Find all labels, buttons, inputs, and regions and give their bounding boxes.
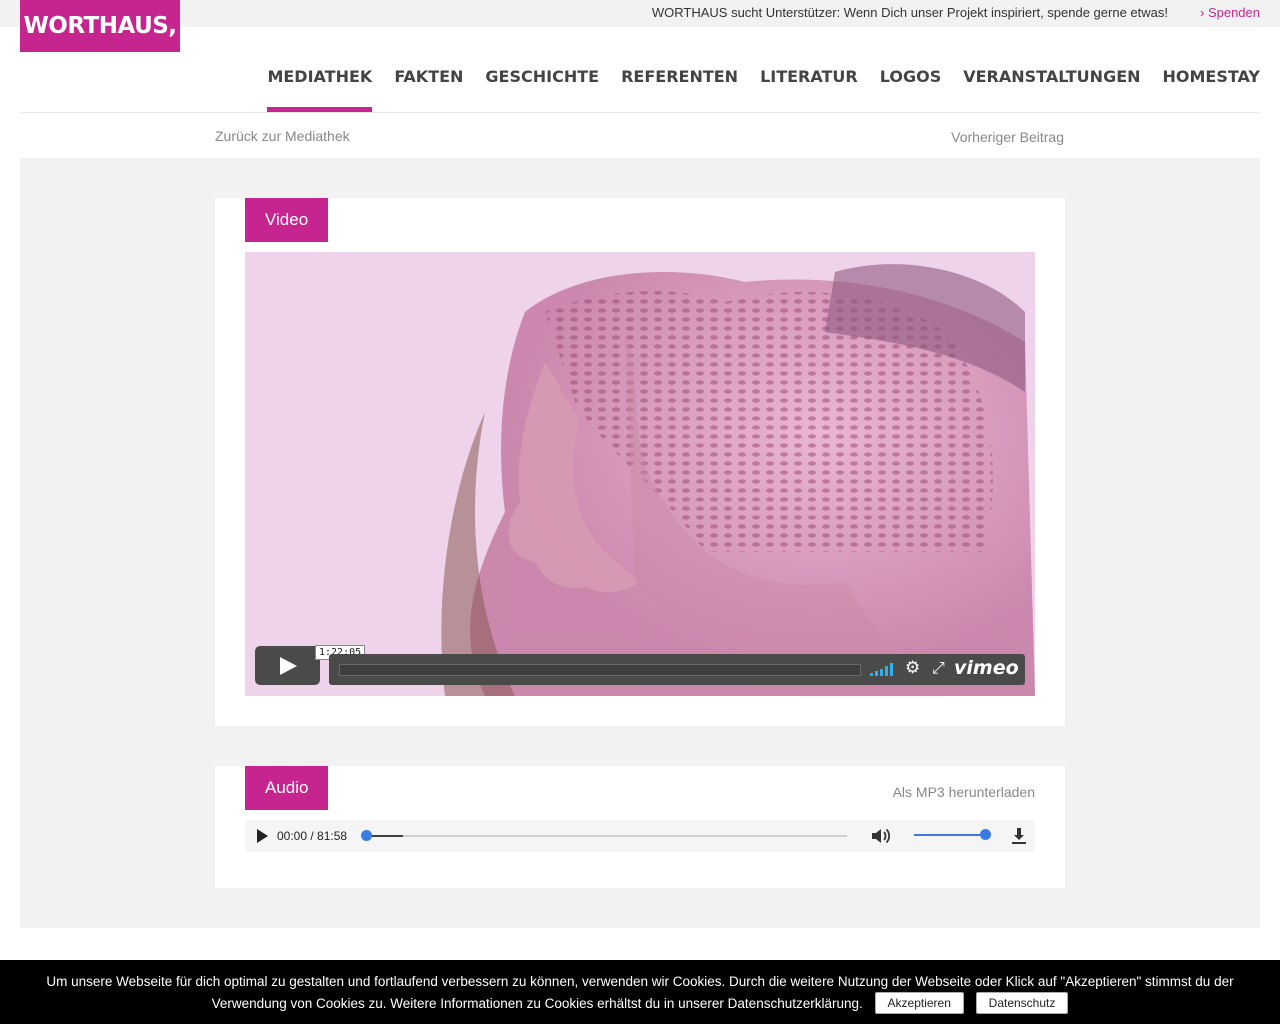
video-controls: ⚙ ⤢ vimeo	[329, 654, 1025, 685]
nav-item-homestay[interactable]: HOMESTAY	[1163, 63, 1260, 112]
audio-tag: Audio	[245, 766, 329, 810]
vimeo-logo[interactable]: vimeo	[954, 657, 1019, 679]
volume-icon[interactable]	[870, 826, 892, 846]
fullscreen-icon[interactable]: ⤢	[932, 659, 945, 677]
nav-item-geschichte[interactable]: GESCHICHTE	[485, 63, 599, 112]
video-card: Video 1:22:05 ⚙ ⤢ vimeo	[215, 198, 1065, 726]
donate-link[interactable]: › Spenden	[1200, 5, 1260, 20]
nav-item-mediathek[interactable]: MEDIATHEK	[267, 63, 372, 112]
nav-item-logos[interactable]: LOGOS	[880, 63, 941, 112]
download-icon[interactable]	[1009, 826, 1029, 846]
audio-card: Audio Als MP3 herunterladen 00:00 / 81:5…	[215, 766, 1065, 888]
video-tag: Video	[245, 198, 329, 242]
audio-player: 00:00 / 81:58	[245, 820, 1035, 852]
previous-post-link[interactable]: Vorheriger Beitrag	[951, 129, 1064, 145]
audio-progress-thumb[interactable]	[361, 830, 372, 841]
header-divider	[20, 112, 1260, 113]
nav-item-referenten[interactable]: REFERENTEN	[621, 63, 738, 112]
volume-thumb[interactable]	[980, 829, 991, 840]
play-button[interactable]	[255, 646, 320, 685]
accept-cookies-button[interactable]: Akzeptieren	[874, 992, 964, 1014]
cookie-text-wrap: Um unsere Webseite für dich optimal zu g…	[20, 971, 1260, 1014]
audio-time: 00:00 / 81:58	[277, 829, 348, 843]
main-nav: MEDIATHEK FAKTEN GESCHICHTE REFERENTEN L…	[267, 63, 1260, 112]
nav-item-veranstaltungen[interactable]: VERANSTALTUNGEN	[963, 63, 1140, 112]
video-progress-bar[interactable]	[339, 664, 861, 676]
top-bar: WORTHAUS sucht Unterstützer: Wenn Dich u…	[0, 0, 1280, 27]
nav-item-fakten[interactable]: FAKTEN	[394, 63, 463, 112]
volume-track[interactable]	[914, 834, 985, 836]
nav-item-literatur[interactable]: LITERATUR	[760, 63, 858, 112]
video-thumbnail	[245, 252, 1035, 696]
download-mp3-link[interactable]: Als MP3 herunterladen	[893, 784, 1035, 800]
promo-text: WORTHAUS sucht Unterstützer: Wenn Dich u…	[651, 5, 1168, 20]
signal-bars-icon	[870, 663, 893, 676]
video-player[interactable]: 1:22:05 ⚙ ⤢ vimeo	[245, 252, 1035, 696]
site-logo[interactable]: WORTHAUS,	[20, 0, 180, 52]
back-to-mediathek-link[interactable]: Zurück zur Mediathek	[215, 128, 350, 144]
privacy-button[interactable]: Datenschutz	[975, 992, 1069, 1014]
audio-progress-track[interactable]	[366, 835, 847, 837]
audio-play-icon[interactable]	[257, 829, 268, 843]
gear-icon[interactable]: ⚙	[905, 659, 920, 677]
cookie-banner: Um unsere Webseite für dich optimal zu g…	[0, 960, 1280, 1024]
